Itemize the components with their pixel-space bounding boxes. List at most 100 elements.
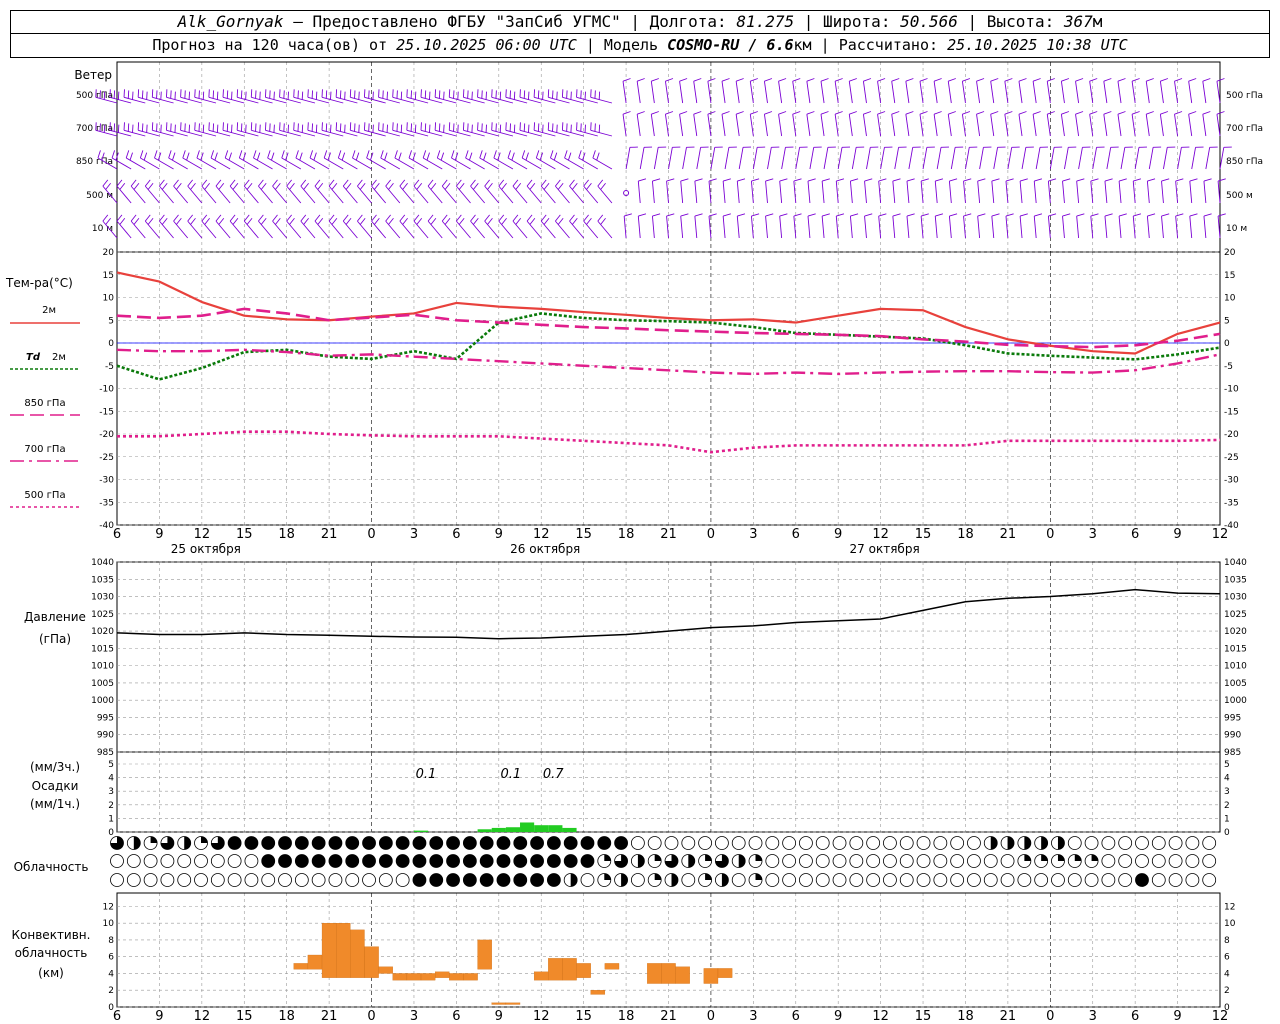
wind-barb-shaft — [807, 216, 811, 239]
wind-barb-flag — [1005, 213, 1014, 217]
wind-barb-shaft — [637, 216, 641, 239]
wind-barb-flag — [1019, 213, 1028, 217]
wind-barb-flag — [512, 214, 519, 222]
wind-barb-shaft — [696, 147, 702, 170]
conv-bar — [364, 946, 379, 978]
x-tick-label: 9 — [495, 527, 503, 542]
wind-barb-flag — [345, 182, 352, 190]
x-tick-label: 0 — [367, 527, 375, 542]
cloud-cover-fill — [580, 836, 594, 850]
cloud-cover-icon — [782, 854, 797, 868]
cloud-cover-icon — [1168, 836, 1183, 850]
cloud-cover-fill — [570, 873, 578, 887]
pressure-ytick-left: 1000 — [91, 696, 114, 706]
cloud-cover-icon — [160, 854, 175, 868]
wind-level-label-left: 700 гПа — [76, 124, 113, 134]
wind-barb-flag — [751, 213, 760, 217]
wind-barb-flag — [569, 179, 575, 187]
pressure-ytick-left: 1005 — [91, 679, 114, 689]
precip-annotation: 0.1 — [500, 767, 521, 782]
wind-barb-flag — [529, 182, 536, 190]
wind-barb-flag — [834, 111, 843, 115]
wind-barb-flag — [1104, 213, 1113, 217]
wind-barb-shaft — [173, 220, 189, 239]
wind-barb-flag — [218, 182, 225, 190]
precip-bar — [534, 825, 549, 832]
wind-barb-flag — [1117, 78, 1126, 82]
wind-barb-shaft — [498, 185, 514, 204]
wind-barb-flag — [764, 78, 773, 82]
x-tick-label: 3 — [749, 527, 757, 542]
wind-barb-flag — [820, 78, 829, 82]
wind-barb-shaft — [1134, 147, 1140, 170]
wind-barb-shaft — [583, 220, 599, 239]
wind-barb-flag — [413, 179, 420, 187]
wind-barb-flag — [526, 214, 533, 222]
wind-barb-flag — [694, 178, 703, 182]
cloud-cover-icon — [1017, 873, 1032, 887]
pressure-ytick-right: 1000 — [1224, 696, 1247, 706]
cloud-cover-icon — [832, 836, 847, 850]
cloud-cover-icon — [1101, 873, 1116, 887]
wind-barb-flag — [976, 78, 985, 82]
precip-annotation: 0.7 — [543, 767, 564, 782]
wind-barb-flag — [600, 217, 606, 225]
wind-barb-flag — [271, 152, 275, 161]
wind-barb-shaft — [682, 147, 687, 170]
wind-barb-flag — [342, 214, 349, 222]
wind-barb-shaft — [555, 220, 570, 239]
cloud-cover-fill — [1135, 873, 1149, 887]
wind-barb-flag — [289, 217, 295, 225]
wind-barb-shaft — [187, 185, 203, 204]
cloud-cover-fill — [496, 836, 510, 850]
wind-barb-flag — [511, 152, 515, 161]
wind-barb-shaft — [1075, 114, 1080, 137]
wind-barb-flag — [935, 213, 944, 217]
wind-barb-shaft — [752, 147, 758, 170]
wind-barb-flag — [1075, 78, 1084, 82]
wind-barb-shaft — [934, 216, 938, 239]
cloud-cover-icon — [110, 873, 124, 887]
wind-barb-shaft — [1145, 81, 1150, 104]
wind-barb-flag — [451, 150, 455, 159]
wind-barb-flag — [836, 213, 845, 217]
precip-bar — [413, 830, 429, 832]
precip-ytick-right: 0 — [1224, 828, 1230, 838]
cloud-cover-fill — [564, 836, 578, 850]
wind-barb-shaft — [1159, 114, 1164, 137]
wind-barb-shaft — [342, 220, 358, 239]
wind-barb-flag — [473, 182, 479, 190]
cloud-cover-fill — [345, 836, 359, 850]
wind-barb-flag — [1131, 111, 1140, 115]
wind-barb-flag — [187, 214, 194, 222]
x-tick-label: 0 — [707, 527, 715, 542]
cloud-cover-icon — [1084, 873, 1099, 887]
cloud-cover-icon — [395, 873, 410, 887]
wind-barb-flag — [1034, 178, 1043, 182]
cloud-cover-icon — [126, 854, 141, 868]
x-tick-label-bottom: 12 — [533, 1009, 550, 1024]
cloud-cover-icon — [866, 836, 881, 850]
conv-bar — [576, 963, 591, 978]
wind-barb-shaft — [679, 81, 684, 104]
wind-barb-flag — [328, 214, 335, 222]
cloud-cover-icon — [1185, 836, 1200, 850]
x-tick-label-bottom: 9 — [155, 1009, 163, 1024]
x-tick-label-bottom: 3 — [1089, 1009, 1097, 1024]
wind-barb-flag — [430, 182, 437, 190]
wind-barb-shaft — [806, 81, 811, 104]
wind-barb-flag — [962, 111, 971, 115]
conv-ytick-right: 2 — [1224, 986, 1230, 996]
wind-barb-flag — [232, 182, 239, 190]
date-label: 27 октября — [850, 542, 920, 556]
wind-barb-shaft — [243, 220, 259, 239]
wind-barb-shaft — [1120, 147, 1126, 170]
cloud-cover-icon — [1202, 854, 1217, 868]
wind-barb-flag — [161, 182, 168, 190]
wind-barb-flag — [1047, 78, 1055, 82]
wind-barb-flag — [792, 111, 801, 115]
cloud-cover-fill — [412, 873, 426, 887]
wind-barb-shaft — [1103, 114, 1108, 137]
wind-barb-flag — [622, 111, 631, 115]
wind-barb-flag — [1217, 178, 1226, 182]
